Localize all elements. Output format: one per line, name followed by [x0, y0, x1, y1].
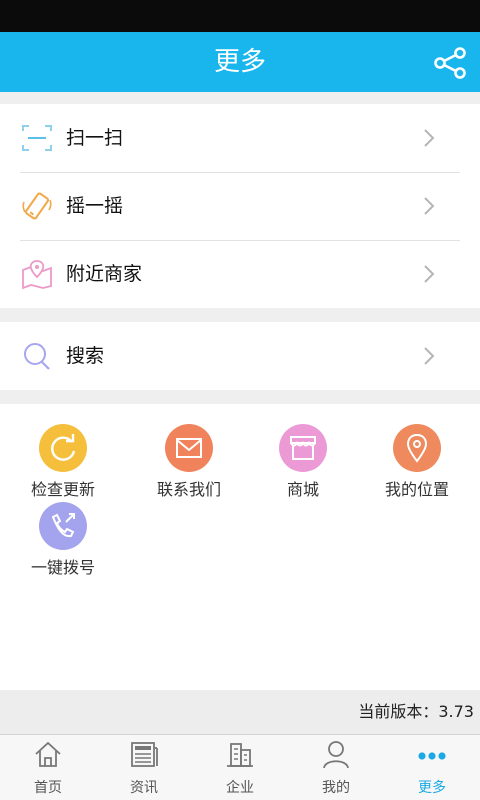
- share-icon[interactable]: [432, 46, 468, 80]
- tab-enterprise[interactable]: 企业: [192, 735, 288, 800]
- location-pin-icon: [393, 424, 441, 472]
- page-title: 更多: [213, 47, 266, 77]
- chevron-right-icon: [422, 264, 436, 284]
- nearby-map-icon: [20, 258, 54, 290]
- app-header: 更多: [0, 32, 480, 92]
- menu-row-nearby[interactable]: 附近商家: [0, 240, 480, 308]
- grid-item-quick-dial[interactable]: 一键拨号: [8, 502, 118, 582]
- tab-label: 企业: [226, 780, 254, 796]
- grid-label: 一键拨号: [30, 558, 95, 577]
- status-bar: [0, 0, 480, 32]
- user-icon: [321, 739, 351, 769]
- shake-phone-icon: [20, 190, 54, 222]
- menu-label-shake: 摇一摇: [66, 195, 124, 217]
- grid-label: 检查更新: [30, 480, 95, 499]
- menu-group-search: 搜索: [0, 322, 480, 390]
- search-icon: [20, 340, 54, 372]
- buildings-icon: [225, 739, 255, 769]
- scan-icon: [20, 122, 54, 154]
- menu-label-search: 搜索: [66, 345, 105, 367]
- grid-label: 我的位置: [384, 480, 449, 499]
- grid-item-store[interactable]: 商城: [248, 424, 358, 504]
- grid-item-contact-us[interactable]: 联系我们: [134, 424, 244, 504]
- tab-label: 首页: [34, 780, 62, 796]
- tab-more[interactable]: 更多: [384, 735, 480, 800]
- menu-label-nearby: 附近商家: [66, 263, 143, 285]
- shortcut-grid: 检查更新 联系我们 商城 我的位置 一键拨号: [0, 404, 480, 690]
- grid-item-my-location[interactable]: 我的位置: [362, 424, 472, 504]
- phone-icon: [39, 502, 87, 550]
- menu-label-scan: 扫一扫: [66, 127, 124, 149]
- mail-icon: [165, 424, 213, 472]
- news-icon: [129, 739, 159, 769]
- grid-item-check-update[interactable]: 检查更新: [8, 424, 118, 504]
- tab-mine[interactable]: 我的: [288, 735, 384, 800]
- tab-news[interactable]: 资讯: [96, 735, 192, 800]
- chevron-right-icon: [422, 128, 436, 148]
- tab-home[interactable]: 首页: [0, 735, 96, 800]
- version-text: 当前版本：3.73: [358, 702, 474, 721]
- tab-label: 资讯: [130, 780, 158, 796]
- tab-label: 更多: [418, 780, 446, 796]
- grid-label: 商城: [286, 480, 319, 499]
- grid-label: 联系我们: [156, 480, 221, 499]
- menu-row-search[interactable]: 搜索: [0, 322, 480, 390]
- chevron-right-icon: [422, 196, 436, 216]
- menu-row-shake[interactable]: 摇一摇: [0, 172, 480, 240]
- refresh-icon: [39, 424, 87, 472]
- version-bar: 当前版本：3.73: [0, 690, 480, 734]
- home-icon: [33, 739, 63, 769]
- store-icon: [279, 424, 327, 472]
- menu-row-scan[interactable]: 扫一扫: [0, 104, 480, 172]
- menu-group-main: 扫一扫 摇一摇 附近商家: [0, 104, 480, 308]
- more-dots-icon: [417, 739, 447, 769]
- chevron-right-icon: [422, 346, 436, 366]
- bottom-tab-bar: 首页 资讯 企业 我的 更多: [0, 734, 480, 800]
- tab-label: 我的: [322, 780, 350, 796]
